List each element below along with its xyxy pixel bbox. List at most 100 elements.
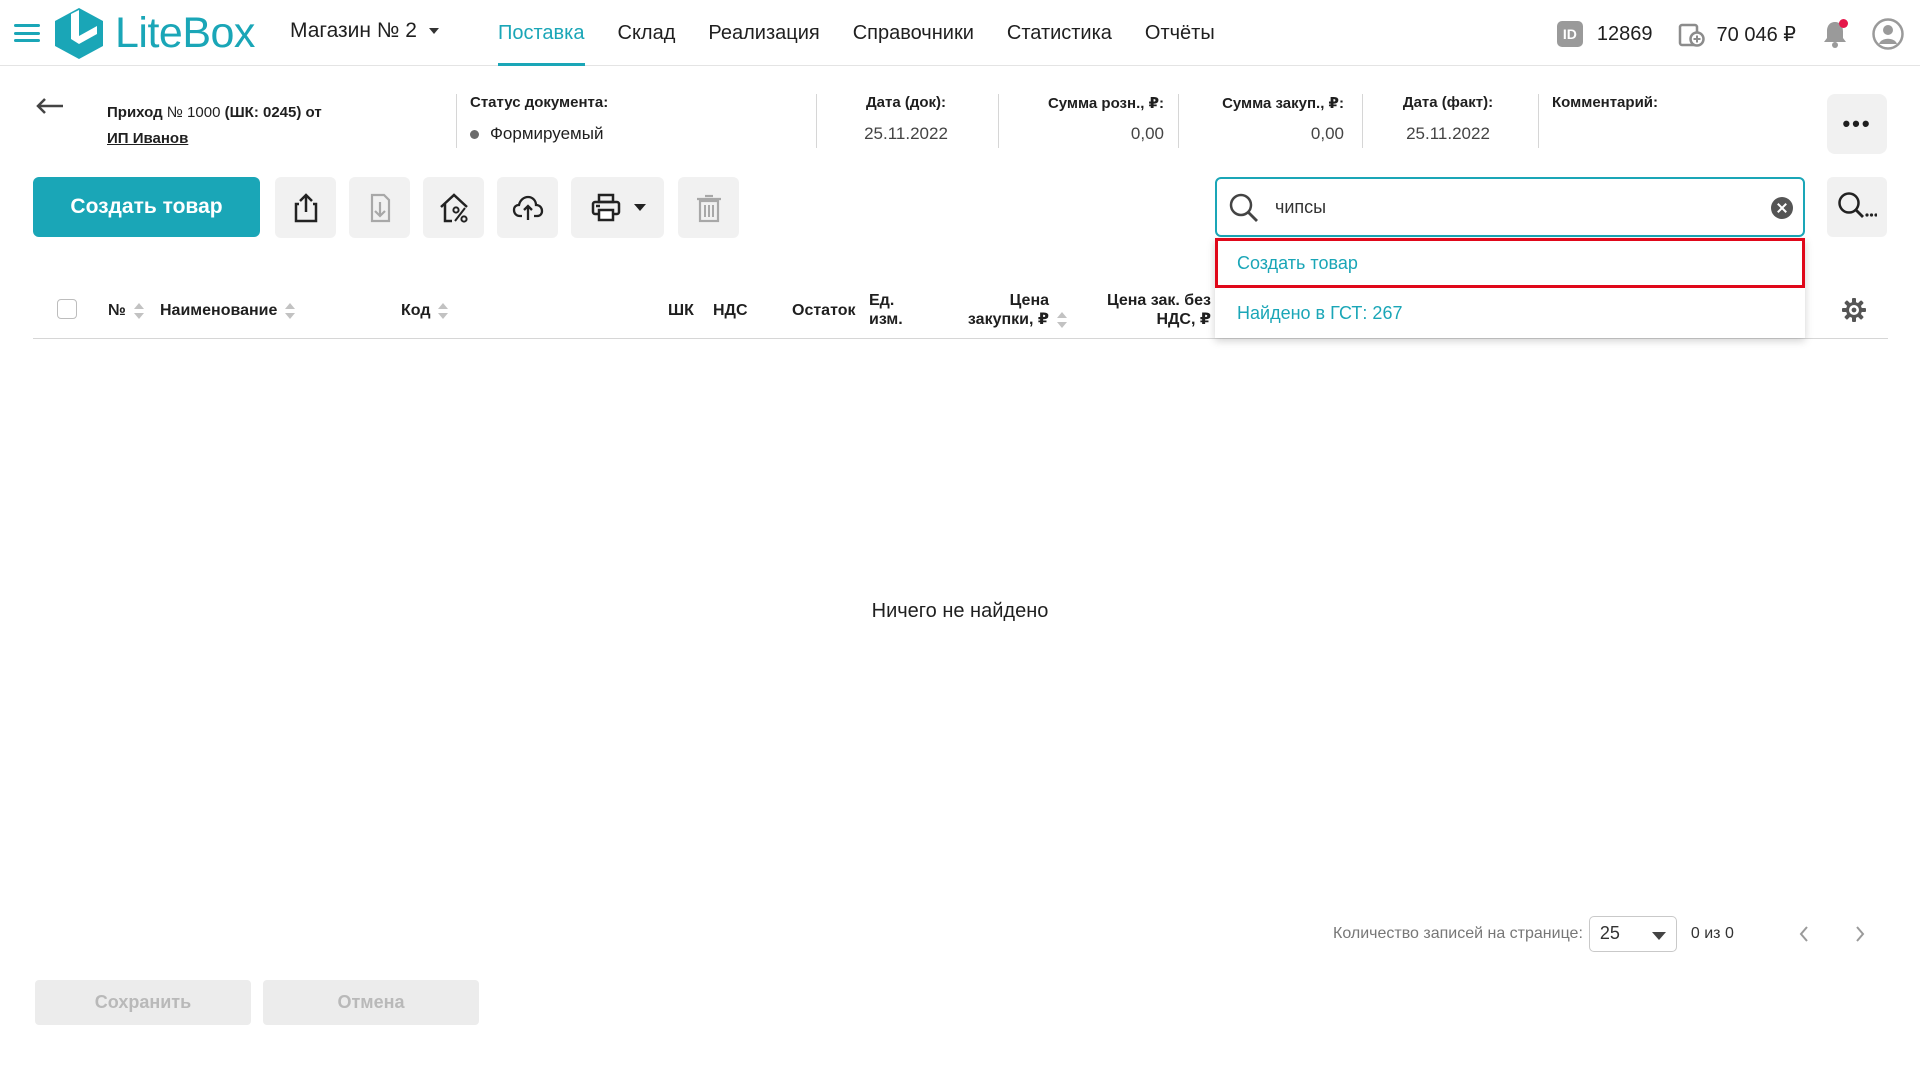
- page-size-select[interactable]: 25: [1588, 916, 1677, 952]
- import-button[interactable]: [349, 177, 410, 238]
- empty-state-message: Ничего не найдено: [871, 600, 1049, 622]
- col-code[interactable]: Код: [401, 301, 449, 320]
- sort-icon: [285, 302, 296, 319]
- doc-from: от: [305, 104, 322, 121]
- comment-field: Комментарий:: [1552, 94, 1658, 118]
- nav-item-reports[interactable]: Отчёты: [1145, 0, 1215, 66]
- trash-icon: [696, 194, 721, 222]
- product-search: [1215, 177, 1805, 237]
- pagination: Количество записей на странице: 25 0 из …: [1333, 916, 1734, 952]
- import-icon: [370, 193, 390, 222]
- document-title: Приход № 1000 (ШК: 0245) от ИП Иванов: [107, 100, 322, 152]
- col-number[interactable]: №: [108, 301, 144, 320]
- account-balance: 70 046 ₽: [1716, 23, 1796, 46]
- nav-item-sales[interactable]: Реализация: [708, 0, 819, 66]
- create-product-button[interactable]: Создать товар: [33, 177, 260, 237]
- logo[interactable]: LiteBox: [53, 6, 255, 60]
- avatar[interactable]: [1872, 18, 1904, 50]
- page-size-value: 25: [1599, 923, 1620, 943]
- sum-retail-value: 0,00: [1130, 124, 1164, 143]
- sort-icon: [438, 302, 449, 319]
- nav-item-supply[interactable]: Поставка: [498, 0, 585, 66]
- date-doc-value: 25.11.2022: [864, 124, 948, 143]
- doc-type: Приход: [107, 104, 163, 121]
- search-icon: [1229, 193, 1258, 222]
- sum-retail-label: Сумма розн., ₽:: [1047, 95, 1164, 112]
- divider: [998, 94, 999, 148]
- export-button[interactable]: [275, 177, 336, 238]
- top-navigation-bar: LiteBox Магазин № 2 Поставка Склад Реали…: [0, 0, 1920, 66]
- col-purchase-price-no-vat[interactable]: Цена зак. без НДС, ₽: [1073, 291, 1229, 329]
- search-input[interactable]: [1275, 191, 1735, 223]
- printer-icon: [591, 193, 620, 221]
- status-value: Формируемый: [490, 124, 604, 143]
- doc-number: № 1000: [166, 104, 221, 121]
- chevron-down-icon: [428, 28, 439, 34]
- id-icon: ID: [1556, 21, 1583, 47]
- store-selector[interactable]: Магазин № 2: [290, 19, 439, 43]
- status-field: Статус документа: Формируемый: [470, 94, 608, 144]
- sort-icon: [133, 302, 144, 319]
- page-size-label: Количество записей на странице:: [1333, 925, 1583, 942]
- gear-icon[interactable]: [1841, 297, 1867, 323]
- more-options-button[interactable]: •••: [1827, 94, 1887, 154]
- back-arrow-icon[interactable]: [36, 98, 64, 114]
- col-unit: Ед. изм.: [869, 292, 903, 328]
- col-name[interactable]: Наименование: [160, 301, 296, 320]
- cloud-upload-icon: [512, 195, 543, 220]
- chevron-left-icon[interactable]: [1797, 924, 1811, 944]
- clear-search-icon[interactable]: [1771, 197, 1793, 219]
- select-all-checkbox[interactable]: [57, 299, 77, 319]
- chevron-down-icon: [1651, 932, 1666, 940]
- notifications-button[interactable]: [1820, 19, 1850, 49]
- suggestion-found-in-gst[interactable]: Найдено в ГСТ: 267: [1215, 288, 1805, 338]
- account-id: 12869: [1596, 22, 1653, 45]
- toolbar: Создать товар: [0, 177, 1920, 239]
- divider: [1178, 94, 1179, 148]
- page-range: 0 из 0: [1690, 925, 1734, 942]
- price-discount-button[interactable]: [423, 177, 484, 238]
- search-more-icon: [1838, 192, 1877, 218]
- cloud-upload-button[interactable]: [497, 177, 558, 238]
- menu-icon[interactable]: [14, 24, 40, 42]
- date-doc-label: Дата (док):: [865, 94, 947, 111]
- divider: [1362, 94, 1363, 148]
- suggestion-create-product[interactable]: Создать товар: [1215, 238, 1805, 288]
- save-button[interactable]: Сохранить: [35, 980, 251, 1025]
- document-header: Приход № 1000 (ШК: 0245) от ИП Иванов Ст…: [0, 88, 1920, 158]
- col-vat: НДС: [713, 302, 748, 319]
- notification-badge: [1839, 19, 1848, 28]
- search-suggestions: Создать товар Найдено в ГСТ: 267: [1215, 238, 1805, 338]
- wallet-icon[interactable]: [1677, 20, 1705, 48]
- divider: [1538, 94, 1539, 148]
- discount-icon: [439, 192, 468, 223]
- advanced-search-button[interactable]: [1827, 177, 1887, 237]
- divider: [816, 94, 817, 148]
- nav-item-warehouse[interactable]: Склад: [618, 0, 676, 66]
- litebox-logo-icon: [55, 8, 103, 59]
- print-button[interactable]: [571, 177, 664, 238]
- chevron-down-icon: [633, 204, 646, 211]
- status-dot-icon: [470, 130, 479, 140]
- main-nav: Поставка Склад Реализация Справочники Ст…: [498, 0, 1248, 66]
- delete-button[interactable]: [678, 177, 739, 238]
- sum-purchase-value: 0,00: [1310, 124, 1344, 143]
- date-doc-field: Дата (док): 25.11.2022: [862, 94, 950, 144]
- supplier-link[interactable]: ИП Иванов: [107, 126, 322, 152]
- export-icon: [294, 192, 317, 222]
- nav-item-references[interactable]: Справочники: [853, 0, 974, 66]
- date-fact-label: Дата (факт):: [1402, 94, 1494, 111]
- divider: [456, 94, 457, 148]
- cancel-button[interactable]: Отмена: [263, 980, 479, 1025]
- col-barcode: ШК: [668, 302, 694, 319]
- brand-name: LiteBox: [115, 8, 255, 57]
- col-purchase-price[interactable]: Цена закупки, ₽: [947, 291, 1067, 329]
- status-label: Статус документа:: [470, 94, 609, 111]
- comment-label: Комментарий:: [1552, 94, 1659, 111]
- date-fact-value: 25.11.2022: [1406, 124, 1490, 143]
- more-icon: •••: [1842, 111, 1872, 136]
- doc-barcode: (ШК: 0245): [224, 104, 302, 121]
- sum-purchase-field: Сумма закуп., ₽: 0,00: [1194, 94, 1344, 144]
- nav-item-statistics[interactable]: Статистика: [1007, 0, 1112, 66]
- chevron-right-icon[interactable]: [1853, 924, 1867, 944]
